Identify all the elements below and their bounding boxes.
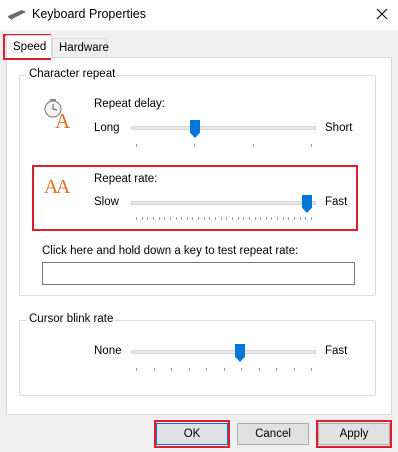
slider-tick [209,217,210,220]
slider-tick [171,368,172,371]
slider-tick [277,217,278,220]
clock-letter-a-icon: A [44,99,71,130]
slider-tick [198,217,199,220]
repeat-delay-max-label: Short [325,122,353,134]
slider-tick [147,217,148,220]
slider-tick [255,217,256,220]
slider-tick [294,368,295,371]
slider-tick [153,217,154,220]
slider-tick [189,368,190,371]
repeat-rate-min-label: Slow [94,196,119,208]
slider-tick [176,217,177,220]
slider-tick [311,144,312,147]
character-repeat-title: Character repeat [27,68,118,80]
svg-text:A: A [55,109,71,130]
slider-tick [243,217,244,220]
slider-tick [159,217,160,220]
slider-tick [276,368,277,371]
slider-tick [164,217,165,220]
slider-tick [232,217,233,220]
keyboard-icon [8,10,26,20]
slider-tick [294,217,295,220]
cursor-blink-title: Cursor blink rate [27,313,116,325]
slider-tick [283,217,284,220]
close-icon[interactable] [371,4,393,24]
slider-tick [305,217,306,220]
tab-hardware[interactable]: Hardware [52,38,109,57]
slider-tick [238,217,239,220]
slider-tick [259,368,260,371]
slider-tick [181,217,182,220]
window-title: Keyboard Properties [32,7,146,21]
slider-tick [311,217,312,220]
double-letter-a-icon: A A [44,176,71,197]
slider-tick [187,217,188,220]
slider-tick [170,217,171,220]
repeat-rate-max-label: Fast [325,196,348,208]
slider-tick [154,368,155,371]
ok-button[interactable]: OK [156,423,228,445]
slider-tick [224,368,225,371]
slider-tick [271,217,272,220]
cancel-button[interactable]: Cancel [237,423,309,445]
slider-tick [192,217,193,220]
slider-tick [253,144,254,147]
slider-tick [260,217,261,220]
test-repeat-label: Click here and hold down a key to test r… [42,245,299,257]
cursor-blink-slider-track[interactable] [131,350,316,354]
slider-tick [241,368,242,371]
slider-tick [204,217,205,220]
slider-tick [142,217,143,220]
repeat-delay-min-label: Long [94,122,120,134]
svg-text:A: A [56,176,71,197]
apply-button[interactable]: Apply [318,423,390,445]
cursor-blink-group [19,320,376,396]
slider-tick [136,368,137,371]
slider-tick [311,368,312,371]
slider-tick [136,144,137,147]
slider-tick [136,217,137,220]
tab-speed[interactable]: Speed [6,35,52,58]
repeat-rate-slider-track[interactable] [131,201,316,205]
slider-tick [249,217,250,220]
slider-tick [206,368,207,371]
slider-tick [221,217,222,220]
repeat-delay-label: Repeat delay: [94,98,165,110]
slider-tick [215,217,216,220]
cursor-blink-min-label: None [94,345,122,357]
slider-tick [288,217,289,220]
slider-tick [194,144,195,147]
repeat-rate-label: Repeat rate: [94,173,158,185]
cursor-blink-max-label: Fast [325,345,348,357]
slider-tick [300,217,301,220]
test-repeat-input[interactable] [42,262,355,285]
slider-tick [226,217,227,220]
slider-tick [266,217,267,220]
repeat-delay-slider-track[interactable] [131,126,316,130]
